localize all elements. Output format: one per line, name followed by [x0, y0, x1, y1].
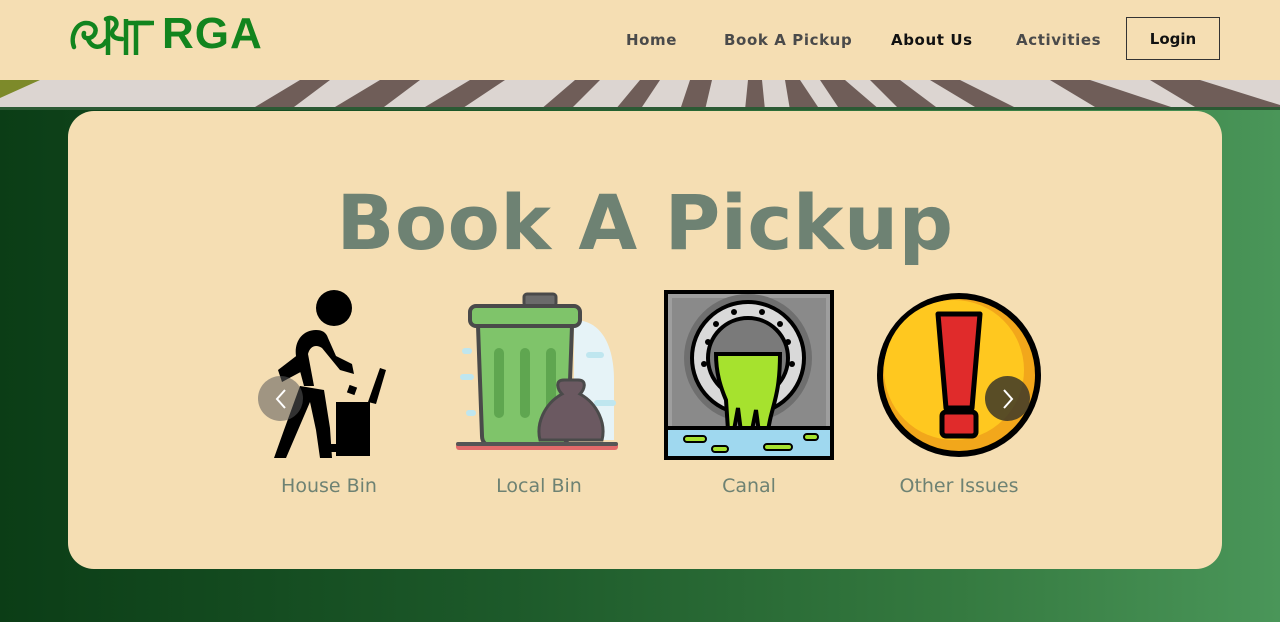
page-title: Book A Pickup [336, 178, 954, 267]
brand-logo-text: RGA [162, 9, 263, 58]
nav-link-about-us[interactable]: About Us [891, 31, 973, 49]
top-navigation-bar: RGA Home Book A Pickup About Us Activiti… [0, 0, 1280, 80]
sewage-pipe-icon [664, 290, 834, 460]
option-canal[interactable]: Canal [664, 290, 834, 500]
carousel-prev-button[interactable] [258, 376, 303, 421]
nav-link-activities[interactable]: Activities [1016, 31, 1101, 49]
option-label: Local Bin [496, 475, 582, 497]
nav-link-book-a-pickup[interactable]: Book A Pickup [724, 31, 852, 49]
nav-link-home[interactable]: Home [626, 31, 677, 49]
brand-logo[interactable]: RGA [68, 8, 263, 60]
trash-can-with-bag-icon [454, 290, 624, 460]
carousel-next-button[interactable] [985, 376, 1030, 421]
option-label: Canal [722, 475, 776, 497]
option-label: Other Issues [899, 475, 1019, 497]
devanagari-logo-glyph-icon [70, 15, 154, 55]
person-throwing-trash-icon [244, 290, 414, 460]
login-button[interactable]: Login [1126, 17, 1220, 60]
chevron-right-icon [1002, 388, 1013, 409]
hero-background-image [0, 80, 1280, 110]
exclamation-warning-icon [874, 290, 1044, 460]
option-label: House Bin [281, 475, 377, 497]
chevron-left-icon [275, 388, 286, 409]
option-local-bin[interactable]: Local Bin [454, 290, 624, 500]
